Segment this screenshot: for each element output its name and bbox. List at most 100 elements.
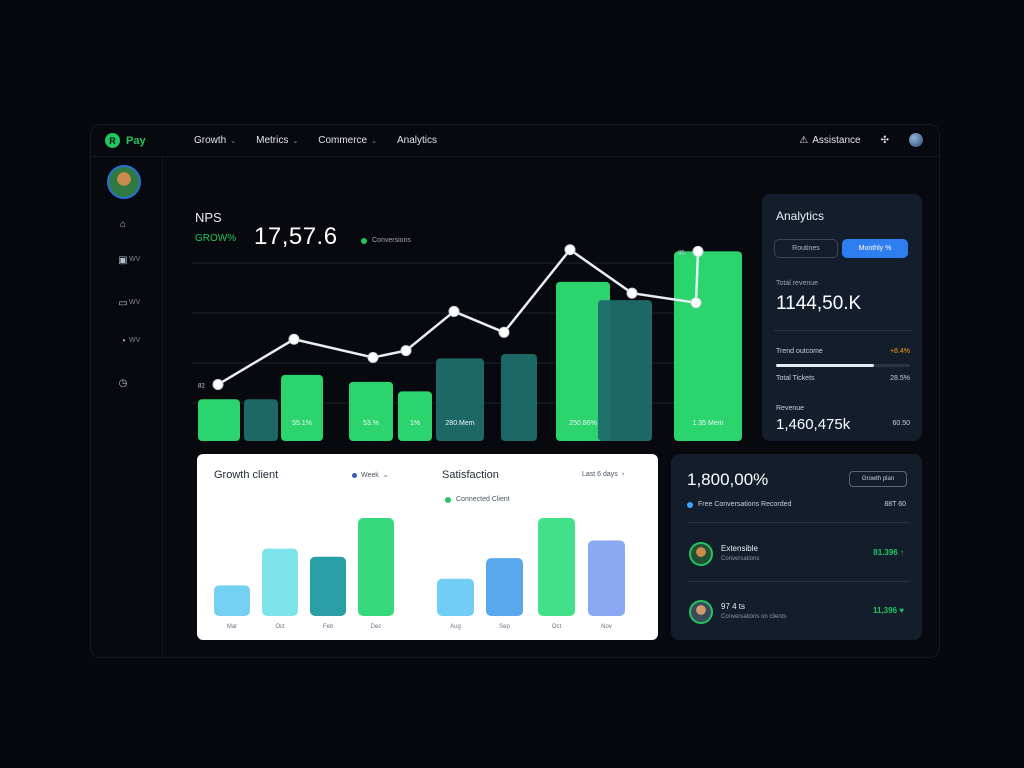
chart-bar (281, 374, 323, 441)
sidebar-item-label: WV (129, 299, 141, 306)
person-subtitle: Conversations on clients (721, 614, 787, 620)
person-value: 11,396 ♥ (873, 606, 904, 615)
globe-icon[interactable] (909, 133, 923, 147)
nav-item-label: Growth (194, 135, 227, 146)
person-value: 81.396 ↑ (873, 548, 904, 557)
metric-value: 1144,50.K (776, 293, 862, 314)
chart-bar (398, 391, 432, 441)
chart-bar (501, 354, 537, 441)
trend-progress-bar (776, 364, 910, 367)
person-subtitle: Conversations (721, 556, 760, 562)
chart-bar (598, 300, 652, 441)
settings-icon[interactable]: ✣ (881, 135, 889, 146)
clock-icon[interactable]: ◷ (117, 377, 129, 389)
tickets-value: 28.5% (890, 375, 910, 382)
point-label: 85 (678, 250, 685, 256)
chart-bar (262, 548, 298, 616)
person-name: Extensible (721, 544, 758, 553)
metric-label: Total revenue (776, 280, 819, 287)
person-name: 97 4 ts (721, 602, 746, 611)
sidebar: ⌂ ▣ WV ▭ WV ◔ WV ◷ (91, 157, 163, 657)
chart-bar (358, 518, 394, 616)
main-combo-chart: 55.1% 53.% 1% 280.Mem 250.86% 1.35 Mem 82 85 (191, 244, 742, 441)
progress-fill (776, 364, 874, 367)
tick-label: Dec (371, 624, 382, 630)
tick-label: Feb (323, 624, 334, 630)
user-label: Assistance (812, 134, 861, 146)
chevron-down-icon: ⌄ (371, 137, 377, 145)
avatar[interactable] (107, 165, 141, 199)
line-point (692, 245, 704, 257)
line-point (288, 333, 300, 345)
app-logo[interactable]: R Pay (105, 133, 146, 148)
chart-bar (437, 578, 474, 616)
bar-label: 250.86% (569, 420, 597, 427)
bar-label: 55.1% (292, 420, 312, 427)
chart-bar (538, 518, 575, 616)
person-avatar[interactable] (689, 600, 713, 624)
tick-label: Mar (227, 624, 237, 630)
chart-bar (486, 558, 523, 616)
bar-label: 1% (410, 420, 420, 427)
logo-text: Pay (126, 134, 146, 147)
chart-bar (674, 251, 742, 441)
nav-item-metrics[interactable]: Metrics ⌄ (256, 135, 298, 146)
chart-bar (310, 556, 346, 616)
chevron-down-icon: ⌄ (230, 137, 237, 145)
tick-label: Nov (601, 624, 612, 630)
line-point (367, 352, 379, 364)
line-point (448, 305, 460, 317)
tick-label: Aug (450, 624, 461, 630)
logo-mark: R (105, 133, 120, 148)
dashboard-window: R Pay Growth ⌄ Metrics ⌄ Commerce ⌄ Anal… (90, 124, 940, 658)
tab-monthly[interactable]: Monthly % (842, 239, 908, 258)
nav-item-commerce[interactable]: Commerce ⌄ (318, 135, 377, 146)
chevron-down-icon: ⌄ (292, 137, 299, 145)
stats-line-label: Free Conversations Recorded (698, 501, 792, 508)
folder-icon[interactable]: ▭ (117, 297, 129, 309)
nav-item-label: Analytics (397, 135, 438, 146)
line-point (400, 345, 412, 357)
nav-item-growth[interactable]: Growth ⌄ (194, 135, 236, 146)
chart-bar (588, 540, 625, 616)
revenue-value: 1,460,475k (776, 416, 851, 433)
line-point (498, 326, 510, 338)
stats-value: 1,800,00% (687, 470, 769, 489)
nav-item-analytics[interactable]: Analytics (397, 135, 437, 146)
line-point (626, 287, 638, 299)
chart-bar (244, 399, 278, 441)
line-point (212, 378, 224, 390)
nav-item-label: Metrics (256, 135, 289, 146)
stats-card: 1,800,00% Growth plan Free Conversations… (671, 454, 922, 640)
sidebar-item-label: WV (129, 337, 141, 344)
divider (687, 522, 909, 523)
tickets-label: Total Tickets (776, 375, 815, 382)
main-menu: Growth ⌄ Metrics ⌄ Commerce ⌄ Analytics (194, 135, 437, 146)
chart-bar (198, 399, 240, 441)
document-icon[interactable]: ▣ (117, 254, 129, 266)
person-avatar[interactable] (689, 542, 713, 566)
bar-label: 53.% (363, 420, 379, 427)
card-title: Analytics (776, 209, 825, 223)
tick-label: Oct (275, 624, 285, 630)
revenue-small-value: 60.50 (892, 420, 910, 427)
tick-label: Oct (552, 624, 562, 630)
home-icon[interactable]: ⌂ (117, 218, 129, 230)
user-menu[interactable]: ⚠ Assistance (799, 135, 860, 146)
user-icon: ⚠ (799, 134, 809, 146)
trend-label: Trend outcome (776, 348, 823, 355)
growth-plan-button[interactable]: Growth plan (849, 471, 907, 487)
trend-value: +8.4% (889, 348, 910, 355)
nav-right: ⚠ Assistance ✣ (799, 133, 923, 147)
stats-line: Free Conversations Recorded (687, 501, 791, 508)
bar-label: 1.35 Mem (692, 420, 723, 427)
line-point (690, 297, 702, 309)
growth-satisfaction-card: Growth client Week ⌄ Satisfaction Last 6… (197, 454, 658, 640)
bar-label: 280.Mem (445, 420, 474, 427)
chart-bar (349, 381, 393, 441)
chart-icon[interactable]: ◔ (117, 335, 129, 347)
point-label: 82 (198, 383, 205, 389)
divider (687, 581, 909, 582)
sidebar-item-label: WV (129, 256, 141, 263)
tab-routines[interactable]: Routines (774, 239, 838, 258)
